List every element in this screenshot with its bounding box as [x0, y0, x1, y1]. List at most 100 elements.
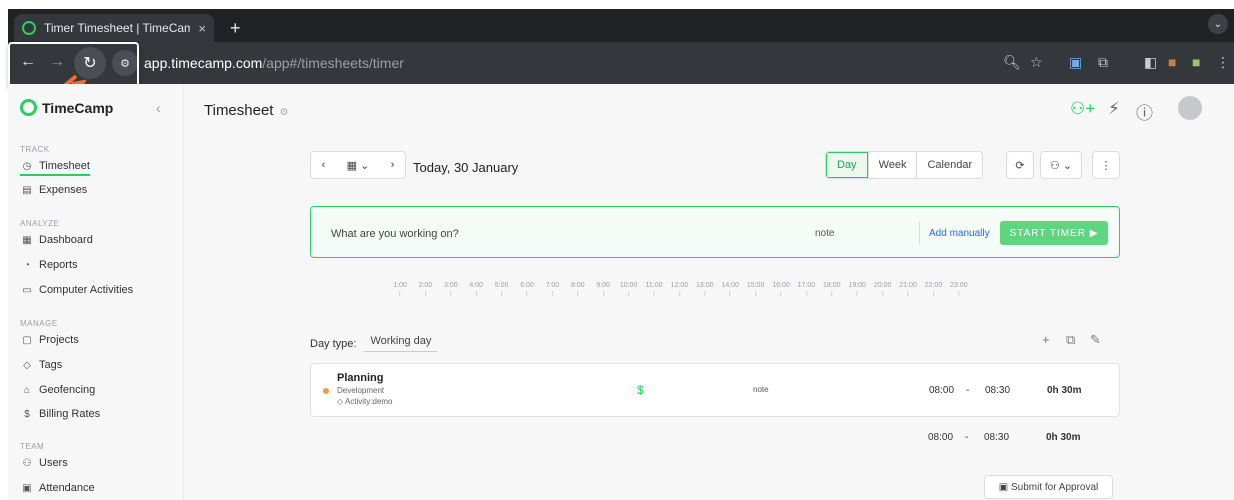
- user-select-dropdown-icon[interactable]: ⚇ ⌄: [1040, 151, 1082, 179]
- entry-time-dash: -: [966, 385, 970, 396]
- hour-tick-label: 16:00: [772, 282, 790, 289]
- integrations-plug-icon[interactable]: ⚡︎: [1108, 99, 1120, 119]
- hour-tick: 23:00: [950, 282, 968, 296]
- hour-tick: 19:00: [848, 282, 866, 296]
- hour-tick-label: 7:00: [545, 282, 560, 289]
- hour-tick-mark: [577, 291, 579, 296]
- hour-tick-label: 18:00: [823, 282, 841, 289]
- profile-avatar-icon[interactable]: ■: [1168, 54, 1176, 70]
- main-content: Timesheet ⚙ ⚇+ ⚡︎ ⓘ ‹ ▦ ⌄ › Today, 30 Jan…: [184, 84, 1234, 500]
- next-day-chevron-icon[interactable]: ›: [391, 159, 395, 171]
- entry-note[interactable]: note: [753, 385, 769, 394]
- sidebar-item-computer-activities[interactable]: ▭ Computer Activities: [20, 284, 133, 296]
- new-tab-button[interactable]: +: [230, 19, 241, 37]
- timecamp-logo[interactable]: TimeCamp: [20, 99, 113, 116]
- screen-border: [0, 0, 1234, 9]
- add-user-icon[interactable]: ⚇+: [1070, 99, 1095, 119]
- address-bar[interactable]: app.timecamp.com/app#/timesheets/timer: [144, 55, 404, 71]
- prev-day-chevron-icon[interactable]: ‹: [322, 159, 326, 171]
- time-entry-row[interactable]: Planning Development ◇ Activity:demo $ n…: [310, 363, 1120, 417]
- edit-icon[interactable]: ✎: [1090, 332, 1101, 348]
- extension-icon[interactable]: ■: [1192, 54, 1200, 70]
- browser-menu-icon[interactable]: ⋮: [1216, 54, 1230, 71]
- hour-tick: 9:00: [596, 282, 610, 296]
- sidebar-item-tags[interactable]: ◇ Tags: [20, 359, 62, 371]
- tab-close-icon[interactable]: ×: [198, 21, 206, 36]
- add-entry-plus-icon[interactable]: +: [1042, 332, 1050, 347]
- sidebar: TimeCamp ‹ TRACK ◷ Timesheet ▤ Expenses …: [8, 84, 184, 500]
- settings-gear-icon[interactable]: ⚙: [279, 107, 288, 118]
- logo-text: TimeCamp: [42, 99, 114, 116]
- hour-tick-mark: [831, 291, 833, 296]
- day-type-label: Day type:: [310, 337, 357, 350]
- site-settings-icon[interactable]: ⚙: [112, 50, 138, 76]
- hour-tick: 22:00: [925, 282, 942, 296]
- submit-for-approval-button[interactable]: ▣ Submit for Approval: [984, 475, 1113, 499]
- entry-project-name: Development: [337, 386, 385, 395]
- start-timer-button[interactable]: START TIMER ▶: [1000, 221, 1108, 245]
- divider: [919, 221, 920, 245]
- hour-tick: 18:00: [823, 282, 841, 296]
- zoom-icon[interactable]: 🔍︎: [1003, 54, 1021, 71]
- tab-search-chevron-icon[interactable]: ⌄: [1208, 14, 1228, 34]
- hour-tick: 14:00: [721, 282, 739, 296]
- forward-arrow-icon[interactable]: →: [49, 53, 65, 71]
- sync-icon[interactable]: ⟳: [1006, 151, 1034, 179]
- task-input[interactable]: What are you working on?: [331, 228, 459, 240]
- project-color-dot: [323, 388, 329, 394]
- sidebar-item-label: Expenses: [39, 184, 88, 196]
- tab-day[interactable]: Day: [826, 152, 868, 178]
- geofencing-icon: ⌂: [23, 384, 31, 396]
- avatar[interactable]: [1178, 96, 1202, 120]
- folder-icon: ▢: [22, 334, 32, 346]
- sidebar-item-attendance[interactable]: ▣ Attendance: [20, 482, 94, 494]
- help-icon[interactable]: ⓘ: [1136, 99, 1153, 124]
- sidebar-item-label: Tags: [39, 359, 63, 371]
- page-title: Timesheet ⚙: [204, 102, 288, 119]
- clock-icon: ◷: [22, 160, 32, 172]
- entry-start-time[interactable]: 08:00: [929, 385, 954, 396]
- hour-tick-label: 3:00: [443, 282, 458, 289]
- sidebar-item-reports[interactable]: ◔ Reports: [20, 259, 78, 271]
- copy-icon[interactable]: ⧉: [1066, 332, 1075, 348]
- hour-tick-mark: [729, 291, 731, 296]
- hour-tick-label: 19:00: [848, 282, 866, 289]
- entry-tag: ◇ Activity:demo: [337, 397, 393, 406]
- collapse-sidebar-icon[interactable]: ‹: [156, 100, 161, 116]
- billable-dollar-icon[interactable]: $: [637, 383, 644, 397]
- sidebar-item-billing-rates[interactable]: $ Billing Rates: [20, 408, 100, 420]
- users-icon: ⚇: [22, 457, 32, 469]
- sidebar-item-geofencing[interactable]: ⌂ Geofencing: [20, 384, 95, 396]
- hour-tick-mark: [882, 291, 884, 296]
- hour-tick: 15:00: [746, 282, 765, 296]
- hour-tick-mark: [755, 291, 757, 296]
- sidebar-item-expenses[interactable]: ▤ Expenses: [20, 184, 87, 196]
- bookmark-star-icon[interactable]: ☆: [1030, 54, 1043, 71]
- hour-ruler: 1:00 2:00 3:00 4:00 5:00 6:00 7:00 8:00 9:00 10:0…: [390, 282, 1050, 300]
- attendance-icon: ▣: [22, 482, 32, 494]
- extensions-puzzle-icon[interactable]: ⧉: [1098, 54, 1108, 71]
- more-options-icon[interactable]: ⋮: [1092, 151, 1120, 179]
- add-manually-link[interactable]: Add manually: [929, 228, 990, 239]
- hour-tick-label: 12:00: [670, 282, 689, 289]
- browser-tab[interactable]: Timer Timesheet | TimeCamp ×: [14, 14, 214, 42]
- hour-tick-mark: [501, 291, 503, 296]
- hour-tick-label: 15:00: [746, 282, 765, 289]
- sidebar-item-label: Users: [39, 457, 68, 469]
- tab-week[interactable]: Week: [867, 152, 917, 178]
- note-input[interactable]: note: [815, 228, 834, 239]
- sidebar-item-label: Computer Activities: [39, 284, 134, 296]
- calendar-dropdown-icon[interactable]: ▦ ⌄: [347, 159, 370, 172]
- extension-translate-icon[interactable]: ▣: [1069, 54, 1082, 71]
- sidebar-item-timesheet[interactable]: ◷ Timesheet: [20, 160, 90, 176]
- back-arrow-icon[interactable]: ←: [20, 53, 36, 71]
- sidebar-item-projects[interactable]: ▢ Projects: [20, 334, 78, 346]
- tab-calendar[interactable]: Calendar: [916, 152, 982, 178]
- entry-end-time[interactable]: 08:30: [985, 385, 1010, 396]
- sidebar-item-users[interactable]: ⚇ Users: [20, 457, 68, 469]
- entry-duration[interactable]: 0h 30m: [1047, 385, 1081, 396]
- day-type-select[interactable]: Working day: [364, 335, 438, 352]
- side-panel-icon[interactable]: ◧: [1144, 54, 1157, 71]
- sidebar-item-dashboard[interactable]: ▦ Dashboard: [20, 234, 93, 246]
- hour-tick-mark: [704, 291, 706, 296]
